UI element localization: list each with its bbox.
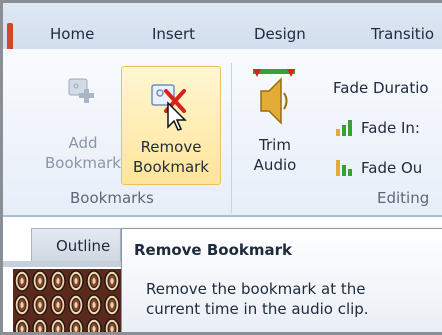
tab-outline[interactable]: Outline	[31, 228, 121, 262]
group-label-bookmarks: Bookmarks	[70, 189, 154, 207]
remove-bookmark-label: Remove Bookmark	[122, 137, 220, 177]
tooltip-line-2: current time in the audio clip.	[146, 300, 369, 318]
fade-out-icon	[335, 157, 355, 177]
file-tab-accent[interactable]	[7, 23, 13, 51]
remove-bookmark-button[interactable]: Remove Bookmark	[121, 66, 221, 185]
tab-design[interactable]: Design	[254, 19, 306, 49]
add-bookmark-icon	[67, 75, 97, 112]
remove-bookmark-label-line2: Bookmark	[133, 158, 209, 176]
tab-insert[interactable]: Insert	[152, 19, 195, 49]
fade-in-icon	[335, 117, 355, 137]
slide-thumbnail[interactable]	[13, 269, 125, 332]
trim-audio-label: Trim Audio	[237, 135, 313, 175]
tooltip-remove-bookmark: Remove Bookmark Remove the bookmark at t…	[121, 228, 442, 332]
tooltip-description: Remove the bookmark at the current time …	[146, 279, 436, 319]
tooltip-line-1: Remove the bookmark at the	[146, 280, 366, 298]
group-separator	[231, 63, 232, 213]
ribbon-tab-bar: Home Insert Design Transitio	[3, 3, 442, 51]
fade-in-control[interactable]: Fade In:	[335, 117, 420, 137]
tab-transitions[interactable]: Transitio	[371, 19, 434, 49]
remove-bookmark-icon	[150, 81, 190, 136]
powerpoint-window: Home Insert Design Transitio Add Bookmar…	[0, 0, 442, 335]
trim-audio-label-line2: Audio	[253, 156, 297, 174]
fade-out-control[interactable]: Fade Ou	[335, 157, 422, 177]
fade-out-label: Fade Ou	[361, 159, 423, 177]
trim-audio-label-line1: Trim	[259, 136, 291, 154]
tab-home[interactable]: Home	[50, 19, 94, 49]
add-bookmark-label: Add Bookmark	[43, 133, 123, 173]
tooltip-title: Remove Bookmark	[134, 241, 292, 259]
ribbon: Add Bookmark Remove Bookmark Trim Audio …	[3, 49, 442, 217]
add-bookmark-label-line1: Add	[68, 134, 98, 152]
add-bookmark-button[interactable]: Add Bookmark	[43, 61, 123, 186]
add-bookmark-label-line2: Bookmark	[45, 154, 121, 172]
fade-in-label: Fade In:	[361, 119, 420, 137]
remove-bookmark-label-line1: Remove	[140, 138, 202, 156]
trim-audio-icon	[251, 67, 297, 134]
fade-duration-label: Fade Duratio	[333, 79, 429, 97]
trim-audio-button[interactable]: Trim Audio	[237, 67, 313, 185]
group-label-editing: Editing	[377, 189, 430, 207]
